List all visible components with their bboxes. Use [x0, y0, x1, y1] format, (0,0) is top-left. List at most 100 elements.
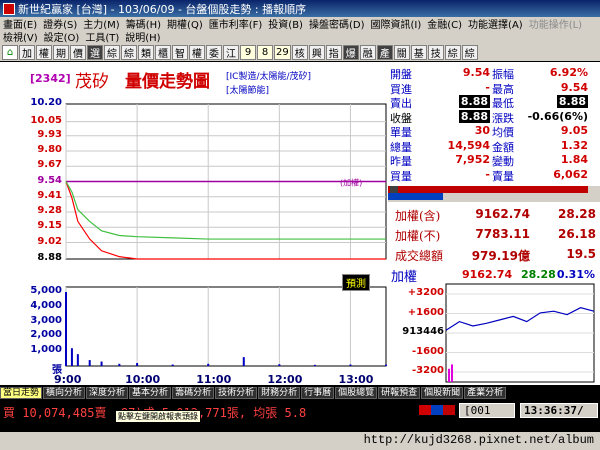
quote-row: 單量 30 均價 9.05 [388, 124, 600, 139]
toolbar-button-5[interactable]: 綜 [104, 44, 120, 60]
tab-9[interactable]: 研報預查 [378, 387, 421, 399]
chart-panel: [2342] 茂矽 量價走勢圖 [IC製造/太陽能/茂矽] [太陽節能] 10.… [0, 62, 388, 386]
reference-tag: (加權) [340, 178, 362, 188]
toolbar-button-2[interactable]: 期 [53, 44, 69, 60]
stock-code-input[interactable]: [001 [459, 403, 515, 418]
volume-bar [65, 292, 67, 366]
tab-3[interactable]: 基本分析 [129, 387, 172, 399]
toolbar-button-4[interactable]: 選 [87, 44, 103, 60]
volume-bar [313, 364, 316, 366]
mini-index-percent: 0.31% [556, 268, 595, 281]
tab-7[interactable]: 行事曆 [301, 387, 335, 399]
toolbar-button-9[interactable]: 智 [172, 44, 188, 60]
menu-item-menu_row1-11[interactable]: 功能操作(L) [526, 17, 585, 30]
quote-value: - [485, 80, 490, 94]
tab-8[interactable]: 個股總覽 [335, 387, 378, 399]
quote-row: 總量 14,594 金額 1.32 [388, 139, 600, 154]
menu-item-menu_row1-6[interactable]: 投資(B) [265, 17, 306, 30]
toolbar-button-1[interactable]: 權 [36, 44, 52, 60]
tab-0[interactable]: 當日走勢 [0, 387, 43, 399]
bottom-tabs: 當日走勢 橫向分析 深度分析 基本分析 籌碼分析 技術分析 財務分析 行事曆 個股總覽 研報預查個… [0, 386, 600, 400]
menu-item-menu_row1-0[interactable]: 畫面(E) [0, 17, 40, 30]
toolbar-button-3[interactable]: 價 [70, 44, 86, 60]
time-tick-label: 9:00 [54, 373, 82, 386]
toolbar-button-26[interactable]: 綜 [461, 44, 478, 60]
menu-item-menu_row1-1[interactable]: 證券(S) [40, 17, 80, 30]
toolbar-button-7[interactable]: 類 [138, 44, 154, 60]
quote-row: 昨量 7,952 變動 1.84 [388, 153, 600, 168]
menu-item-menu_row1-9[interactable]: 金融(C) [424, 17, 465, 30]
index-extra: 19.5 [566, 247, 596, 261]
mini-tick-label: 913446 [402, 326, 444, 337]
time-tick-label: 12:00 [267, 373, 303, 386]
index-label: 加權(不) [395, 229, 441, 243]
price-series-0 [65, 181, 386, 260]
toolbar-button-16[interactable]: 核 [291, 44, 308, 60]
toolbar-button-21[interactable]: 產 [376, 44, 393, 60]
menu-item-menu_row2-3[interactable]: 說明(H) [122, 30, 163, 43]
menu-row-2: 檢視(V) 設定(O) 工具(T) 說明(H) [0, 30, 600, 43]
toolbar-button-24[interactable]: 技 [427, 44, 444, 60]
toolbar-button-22[interactable]: 關 [393, 44, 410, 60]
volume-bar [207, 363, 210, 366]
volume-plot-frame [65, 286, 387, 367]
toolbar-button-25[interactable]: 綜 [444, 44, 461, 60]
tab-2[interactable]: 深度分析 [86, 387, 129, 399]
mini-tick-label: -3200 [412, 365, 444, 376]
neutral-bar [390, 186, 398, 193]
menu-item-menu_row1-10[interactable]: 功能選擇(A) [465, 17, 526, 30]
toolbar-button-18[interactable]: 指 [325, 44, 342, 60]
clock: 13:36:37/ [520, 403, 598, 418]
quote-row: 開盤 9.54 振幅 6.92% [388, 66, 600, 81]
tab-4[interactable]: 籌碼分析 [172, 387, 215, 399]
menu-item-menu_row2-0[interactable]: 檢視(V) [0, 30, 41, 43]
menu-item-menu_row1-7[interactable]: 操盤密碼(D) [306, 17, 368, 30]
index-extra: 26.18 [558, 227, 596, 241]
tab-6[interactable]: 財務分析 [258, 387, 301, 399]
menu-item-menu_row1-2[interactable]: 主力(M) [80, 17, 122, 30]
volume-bar [385, 364, 387, 366]
toolbar-button-14[interactable]: 8 [257, 44, 273, 60]
index-row: 加權(含) 9162.74 28.28 [388, 204, 600, 224]
toolbar-button-17[interactable]: 興 [308, 44, 325, 60]
volume-bar [242, 357, 245, 366]
toolbar-button-19[interactable]: 爆 [342, 44, 359, 60]
toolbar-button-10[interactable]: 權 [189, 44, 205, 60]
quote-value: 6,062 [553, 167, 588, 181]
tab-1[interactable]: 橫向分析 [43, 387, 86, 399]
tab-11[interactable]: 產業分析 [464, 387, 507, 399]
quote-value: 8.88 [556, 95, 588, 108]
toolbar-button-0[interactable]: 加 [19, 44, 35, 60]
quote-label: 買量 [390, 169, 412, 183]
bid-volume-bar [388, 193, 443, 200]
quote-value: - [485, 167, 490, 181]
quote-value: 9.05 [560, 124, 588, 137]
tab-5[interactable]: 技術分析 [215, 387, 258, 399]
intraday-chart[interactable]: (加權) [0, 62, 388, 385]
toolbar-button-13[interactable]: 9 [240, 44, 256, 60]
toolbar-button-8[interactable]: 櫃 [155, 44, 171, 60]
menu-item-menu_row2-1[interactable]: 設定(O) [41, 30, 83, 43]
toolbar-button-20[interactable]: 融 [359, 44, 376, 60]
toolbar-button-12[interactable]: 江 [223, 44, 239, 60]
volume-bar [88, 360, 91, 366]
menu-item-menu_row1-5[interactable]: 匯市利率(F) [206, 17, 266, 30]
home-icon[interactable]: ⌂ [2, 44, 18, 60]
menu-item-menu_row1-3[interactable]: 籌碼(H) [123, 17, 164, 30]
ticker-bar: 買 10,074,485賣 ,87)成 5,012,771張, 均張 5.8 點… [0, 400, 600, 423]
time-tick-label: 10:00 [125, 373, 161, 386]
menu-item-menu_row2-2[interactable]: 工具(T) [82, 30, 122, 43]
volume-bar [70, 348, 73, 366]
menu-item-menu_row1-4[interactable]: 期權(Q) [164, 17, 206, 30]
toolbar-button-11[interactable]: 委 [206, 44, 222, 60]
volume-bar [136, 363, 139, 366]
toolbar-button-15[interactable]: 29 [274, 44, 291, 60]
forecast-button[interactable]: 預測 [342, 274, 370, 291]
toolbar-button-6[interactable]: 綜 [121, 44, 137, 60]
tab-10[interactable]: 個股新聞 [421, 387, 464, 399]
quote-row: 收盤 8.88 漲跌 -0.66(6%) [388, 109, 600, 125]
toolbar-button-23[interactable]: 基 [410, 44, 427, 60]
quote-value: 7,952 [455, 153, 490, 166]
status-url: http://kujd3268.pixnet.net/album [363, 433, 594, 447]
menu-item-menu_row1-8[interactable]: 國際資訊(I) [367, 17, 424, 30]
